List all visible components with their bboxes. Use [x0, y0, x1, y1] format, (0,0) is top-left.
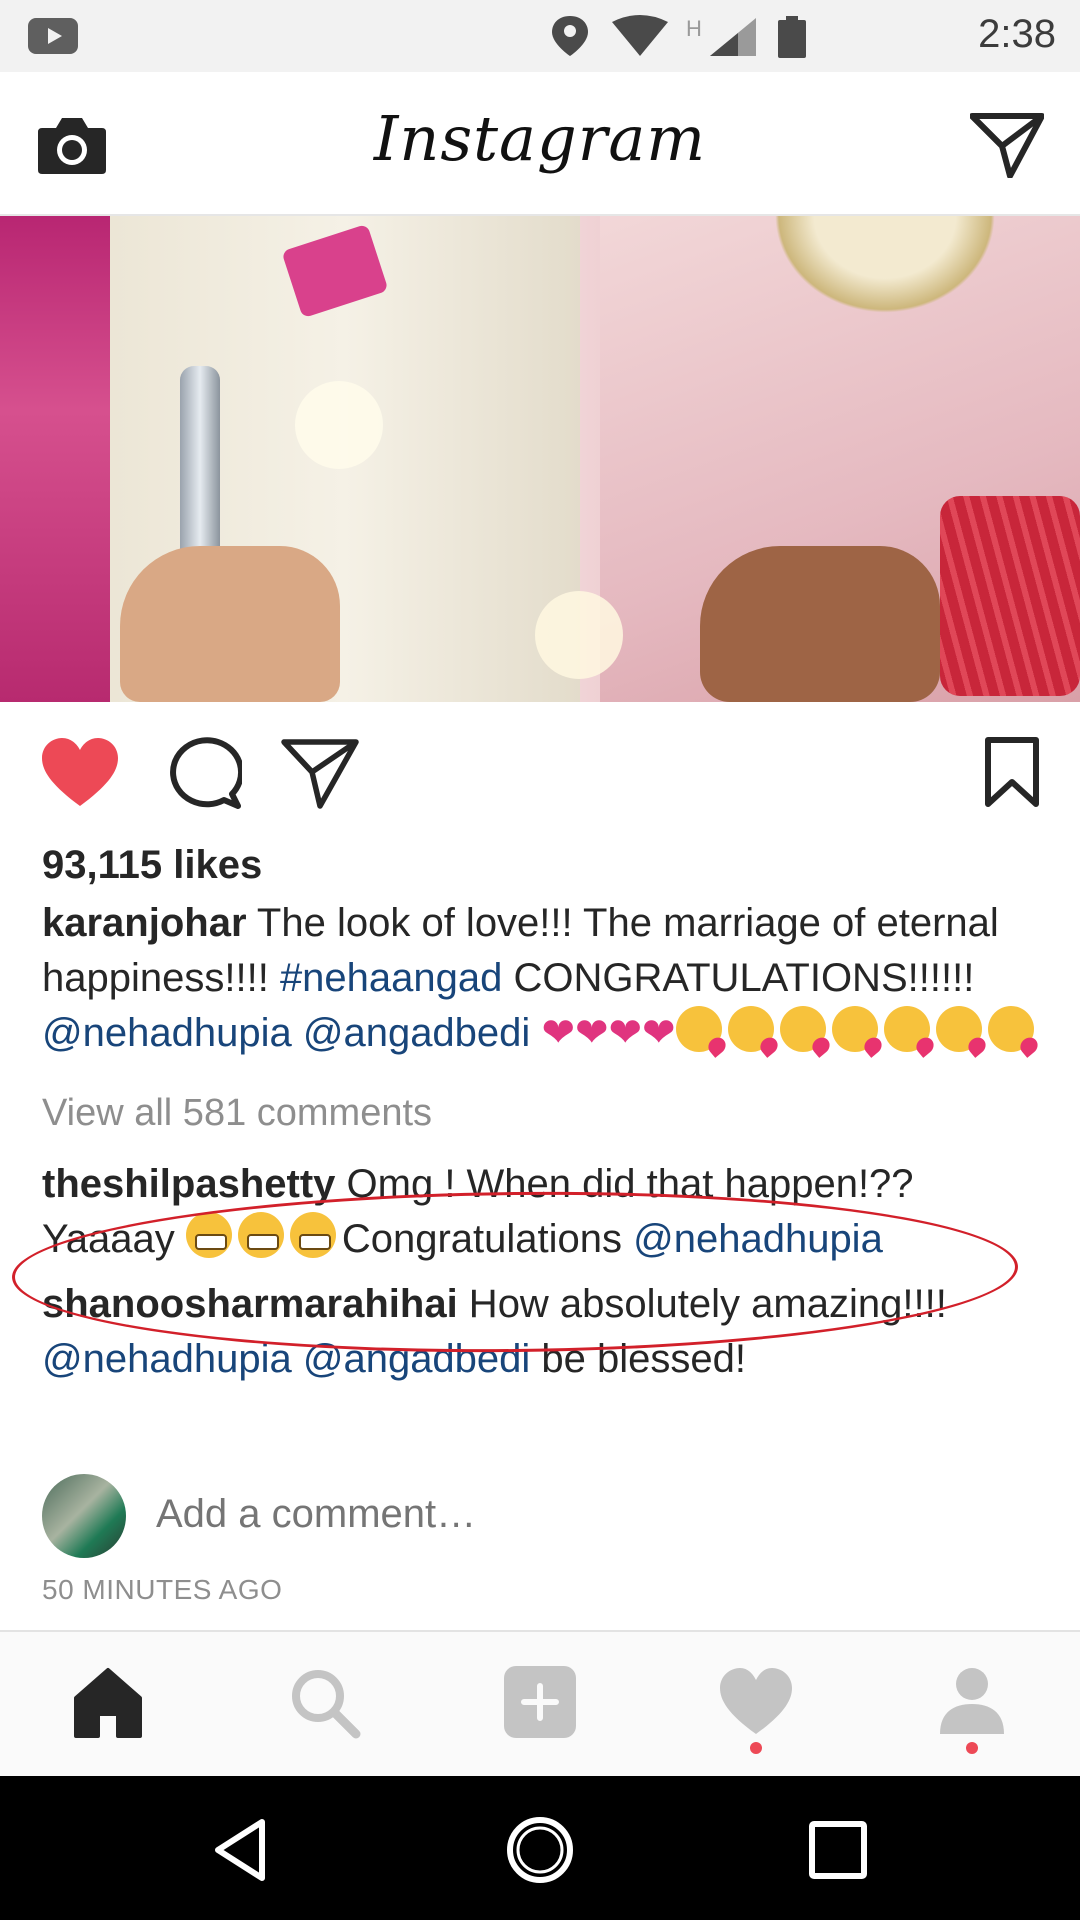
home-button-icon[interactable]: [502, 1812, 578, 1888]
photo-bangles: [940, 496, 1080, 696]
photo-bride-hands: [700, 546, 940, 702]
comment-mention[interactable]: @angadbedi: [303, 1337, 530, 1381]
kiss-emoji-icon: [727, 1006, 774, 1052]
direct-message-icon[interactable]: [970, 112, 1044, 178]
grimace-emoji-icon: [185, 1212, 232, 1258]
search-icon[interactable]: [284, 1662, 364, 1742]
post-action-row: [0, 702, 1080, 832]
wifi-icon: [612, 15, 668, 56]
profile-notification-dot: [966, 1742, 978, 1754]
comment-text: Congratulations: [341, 1217, 634, 1261]
heart-emoji-icon: ❤: [541, 1010, 575, 1056]
post-body: 93,115 likes karanjohar The look of love…: [42, 838, 1042, 1387]
status-time: 2:38: [978, 12, 1056, 56]
kiss-emoji-icon: [779, 1006, 826, 1052]
location-icon: [552, 16, 588, 56]
photo-groom-hands: [120, 546, 340, 702]
heart-emoji-icon: ❤: [574, 1010, 609, 1056]
add-post-icon[interactable]: [500, 1662, 580, 1742]
post-caption: karanjohar The look of love!!! The marri…: [42, 896, 1042, 1061]
likes-count[interactable]: 93,115 likes: [42, 838, 1042, 892]
comment-icon[interactable]: [162, 736, 242, 810]
heart-emoji-icon: ❤: [608, 1010, 642, 1056]
like-heart-icon[interactable]: [40, 736, 120, 810]
kiss-emoji-icon: [987, 1006, 1034, 1052]
heart-emoji-icon: ❤: [641, 1010, 676, 1056]
home-icon[interactable]: [68, 1662, 148, 1742]
recents-icon[interactable]: [800, 1812, 876, 1888]
activity-notification-dot: [750, 1742, 762, 1754]
comment-item: shanoosharmarahihai How absolutely amazi…: [42, 1277, 1042, 1387]
caption-username[interactable]: karanjohar: [42, 901, 247, 945]
add-comment-row: [42, 1474, 1042, 1560]
status-icons: H: [552, 15, 806, 58]
comment-username[interactable]: shanoosharmarahihai: [42, 1282, 458, 1326]
comment-item: theshilpashetty Omg ! When did that happ…: [42, 1157, 1042, 1267]
youtube-icon: [28, 18, 78, 54]
add-comment-input[interactable]: [156, 1492, 671, 1537]
comment-mention[interactable]: @nehadhupia: [42, 1337, 292, 1381]
post-timestamp: 50 MINUTES AGO: [42, 1574, 283, 1605]
back-icon[interactable]: [204, 1812, 280, 1888]
activity-heart-icon[interactable]: [716, 1662, 796, 1742]
kiss-emoji-icon: [883, 1006, 930, 1052]
photo-bokeh: [535, 591, 623, 679]
caption-text: CONGRATULATIONS!!!!!!: [502, 956, 975, 1000]
profile-icon[interactable]: [932, 1662, 1012, 1742]
signal-icon: [710, 18, 756, 56]
status-bar: H 2:38: [0, 0, 1080, 72]
comment-mention[interactable]: @nehadhupia: [633, 1217, 883, 1261]
kiss-emoji-icon: [935, 1006, 982, 1052]
bottom-tab-bar: [0, 1630, 1080, 1776]
caption-mention[interactable]: @nehadhupia: [42, 1011, 292, 1055]
comment-text: How absolutely amazing!!!!: [457, 1282, 947, 1326]
android-nav-bar: [0, 1776, 1080, 1920]
bookmark-icon[interactable]: [982, 736, 1042, 810]
network-type-label: H: [686, 16, 702, 41]
photo-bokeh: [295, 381, 383, 469]
app-header: Instagram: [0, 72, 1080, 216]
kiss-emoji-icon: [831, 1006, 878, 1052]
comment-username[interactable]: theshilpashetty: [42, 1162, 335, 1206]
share-icon[interactable]: [280, 736, 360, 810]
caption-mention[interactable]: @angadbedi: [303, 1011, 530, 1055]
instagram-logo: Instagram: [373, 102, 707, 175]
comment-text: be blessed!: [530, 1337, 747, 1381]
caption-hashtag[interactable]: #nehaangad: [280, 956, 502, 1000]
comment-emojis: [185, 1212, 342, 1261]
kiss-emoji-icon: [675, 1006, 722, 1052]
battery-icon: [778, 16, 806, 58]
view-all-comments-link[interactable]: View all 581 comments: [42, 1087, 1042, 1139]
caption-emojis: ❤❤❤❤: [541, 1006, 1039, 1056]
avatar[interactable]: [42, 1474, 126, 1558]
post-photo[interactable]: [0, 216, 1080, 702]
grimace-emoji-icon: [289, 1212, 336, 1258]
grimace-emoji-icon: [237, 1212, 284, 1258]
